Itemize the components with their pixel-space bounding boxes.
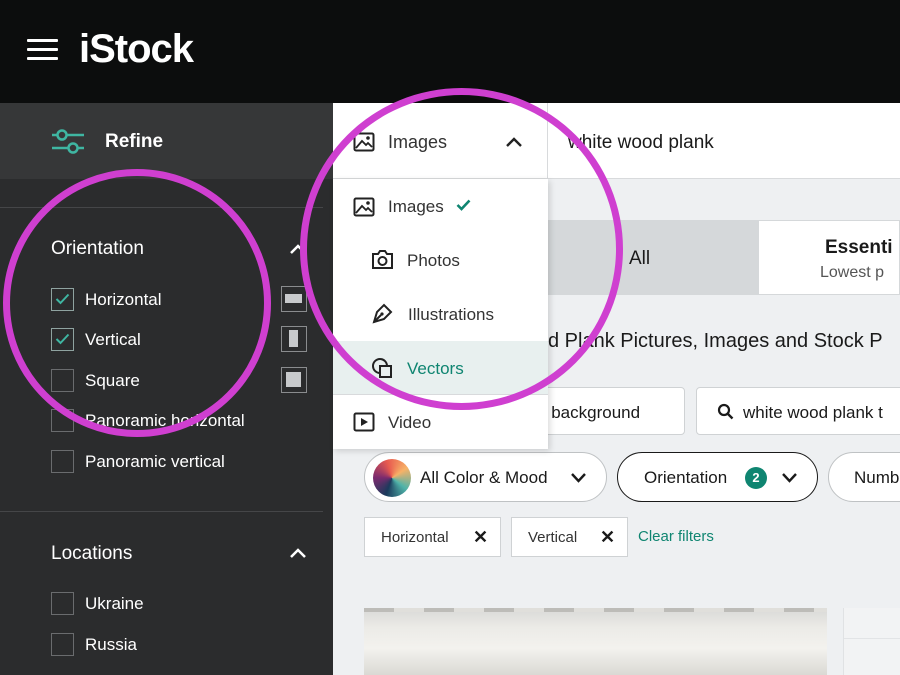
color-mood-filter[interactable]: All Color & Mood: [364, 452, 607, 502]
checkbox[interactable]: [51, 409, 74, 432]
logo[interactable]: iStock: [79, 27, 194, 72]
chip-label: Vertical: [528, 529, 578, 546]
result-thumbnail[interactable]: [843, 608, 900, 675]
option-label: Panoramic vertical: [85, 452, 225, 471]
option-label: Panoramic horizontal: [85, 411, 245, 430]
video-icon: [353, 412, 375, 432]
dropdown-item-label: Vectors: [407, 359, 464, 378]
search-input[interactable]: white wood plank: [568, 132, 714, 154]
filter-sidebar: Refine Orientation Horizontal Vertical S…: [0, 103, 333, 675]
clear-filters-link[interactable]: Clear filters: [638, 528, 714, 545]
filter-label: Orientation: [644, 468, 728, 487]
dropdown-item-label: Video: [388, 413, 432, 432]
horizontal-shape-icon: [281, 286, 307, 312]
orientation-filter[interactable]: Orientation 2: [617, 452, 818, 502]
dropdown-item-photos[interactable]: Photos: [333, 233, 548, 287]
divider: [0, 207, 323, 208]
filter-count-badge: 2: [745, 467, 767, 489]
checkbox[interactable]: [51, 450, 74, 473]
chevron-up-icon[interactable]: [288, 546, 308, 560]
checkbox[interactable]: [51, 369, 74, 392]
active-filter-chip-horizontal: Horizontal ✕: [364, 517, 501, 557]
vector-shapes-icon: [372, 358, 392, 378]
option-label: Square: [85, 371, 140, 390]
media-type-dropdown: Images Photos Illustrations Vectors Vide…: [333, 179, 548, 449]
chevron-down-icon: [571, 473, 586, 483]
vertical-shape-icon: [281, 326, 307, 352]
location-option-russia[interactable]: Russia: [51, 633, 321, 657]
related-search-pill[interactable]: white wood plank t: [696, 387, 900, 435]
search-icon: [717, 403, 734, 420]
media-type-label: Images: [388, 132, 448, 152]
chip-label: Horizontal: [381, 529, 449, 546]
dropdown-item-label: Photos: [407, 251, 460, 270]
checkbox[interactable]: [51, 592, 74, 615]
dropdown-item-video[interactable]: Video: [333, 395, 548, 449]
image-icon: [353, 132, 375, 152]
sliders-icon: [52, 129, 84, 154]
checkbox[interactable]: [51, 633, 74, 656]
top-bar: iStock: [0, 0, 900, 103]
active-filter-chip-vertical: Vertical ✕: [511, 517, 628, 557]
tab-label: All: [629, 248, 651, 269]
tab-essentials[interactable]: Essenti Lowest p: [758, 220, 900, 295]
refine-header[interactable]: Refine: [0, 103, 333, 179]
tab-label: Essenti: [825, 237, 893, 258]
pen-tool-icon: [372, 303, 393, 324]
menu-icon[interactable]: [27, 39, 58, 61]
pill-label: k background: [538, 403, 641, 422]
checkbox[interactable]: [51, 328, 74, 351]
tab-all[interactable]: All: [548, 220, 758, 295]
divider: [0, 511, 323, 512]
dropdown-item-images[interactable]: Images: [333, 179, 548, 233]
orientation-option-panoramic-horizontal[interactable]: Panoramic horizontal: [51, 409, 321, 433]
image-icon: [353, 197, 375, 217]
filter-label: All Color & Mood: [420, 468, 548, 487]
refine-label: Refine: [105, 131, 164, 152]
results-heading: d Plank Pictures, Images and Stock P: [548, 330, 883, 352]
square-shape-icon: [281, 367, 307, 393]
license-tabs: All Essenti Lowest p: [548, 220, 900, 295]
location-option-ukraine[interactable]: Ukraine: [51, 592, 321, 616]
filter-label: Numb: [854, 468, 900, 487]
tab-sublabel: Lowest p: [820, 264, 885, 281]
option-label: Russia: [85, 635, 137, 654]
option-label: Horizontal: [85, 290, 162, 309]
option-label: Ukraine: [85, 594, 144, 613]
check-icon: [456, 199, 471, 211]
result-thumbnail[interactable]: [364, 608, 827, 675]
dropdown-item-label: Illustrations: [408, 305, 494, 324]
option-label: Vertical: [85, 330, 141, 349]
media-type-select[interactable]: Images: [333, 103, 548, 179]
close-icon[interactable]: ✕: [600, 527, 615, 548]
orientation-title[interactable]: Orientation: [51, 238, 144, 260]
dropdown-item-illustrations[interactable]: Illustrations: [333, 287, 548, 341]
number-of-people-filter[interactable]: Numb: [828, 452, 900, 502]
orientation-option-panoramic-vertical[interactable]: Panoramic vertical: [51, 450, 321, 474]
dropdown-item-vectors[interactable]: Vectors: [333, 341, 548, 395]
locations-title[interactable]: Locations: [51, 543, 132, 565]
chevron-down-icon: [782, 473, 797, 483]
chevron-up-icon: [506, 137, 522, 147]
color-swatch-icon: [373, 459, 411, 497]
dropdown-item-label: Images: [388, 197, 444, 216]
close-icon[interactable]: ✕: [473, 527, 488, 548]
checkbox[interactable]: [51, 288, 74, 311]
camera-icon: [372, 250, 393, 269]
chevron-up-icon[interactable]: [288, 242, 308, 256]
pill-label: white wood plank t: [743, 403, 883, 422]
